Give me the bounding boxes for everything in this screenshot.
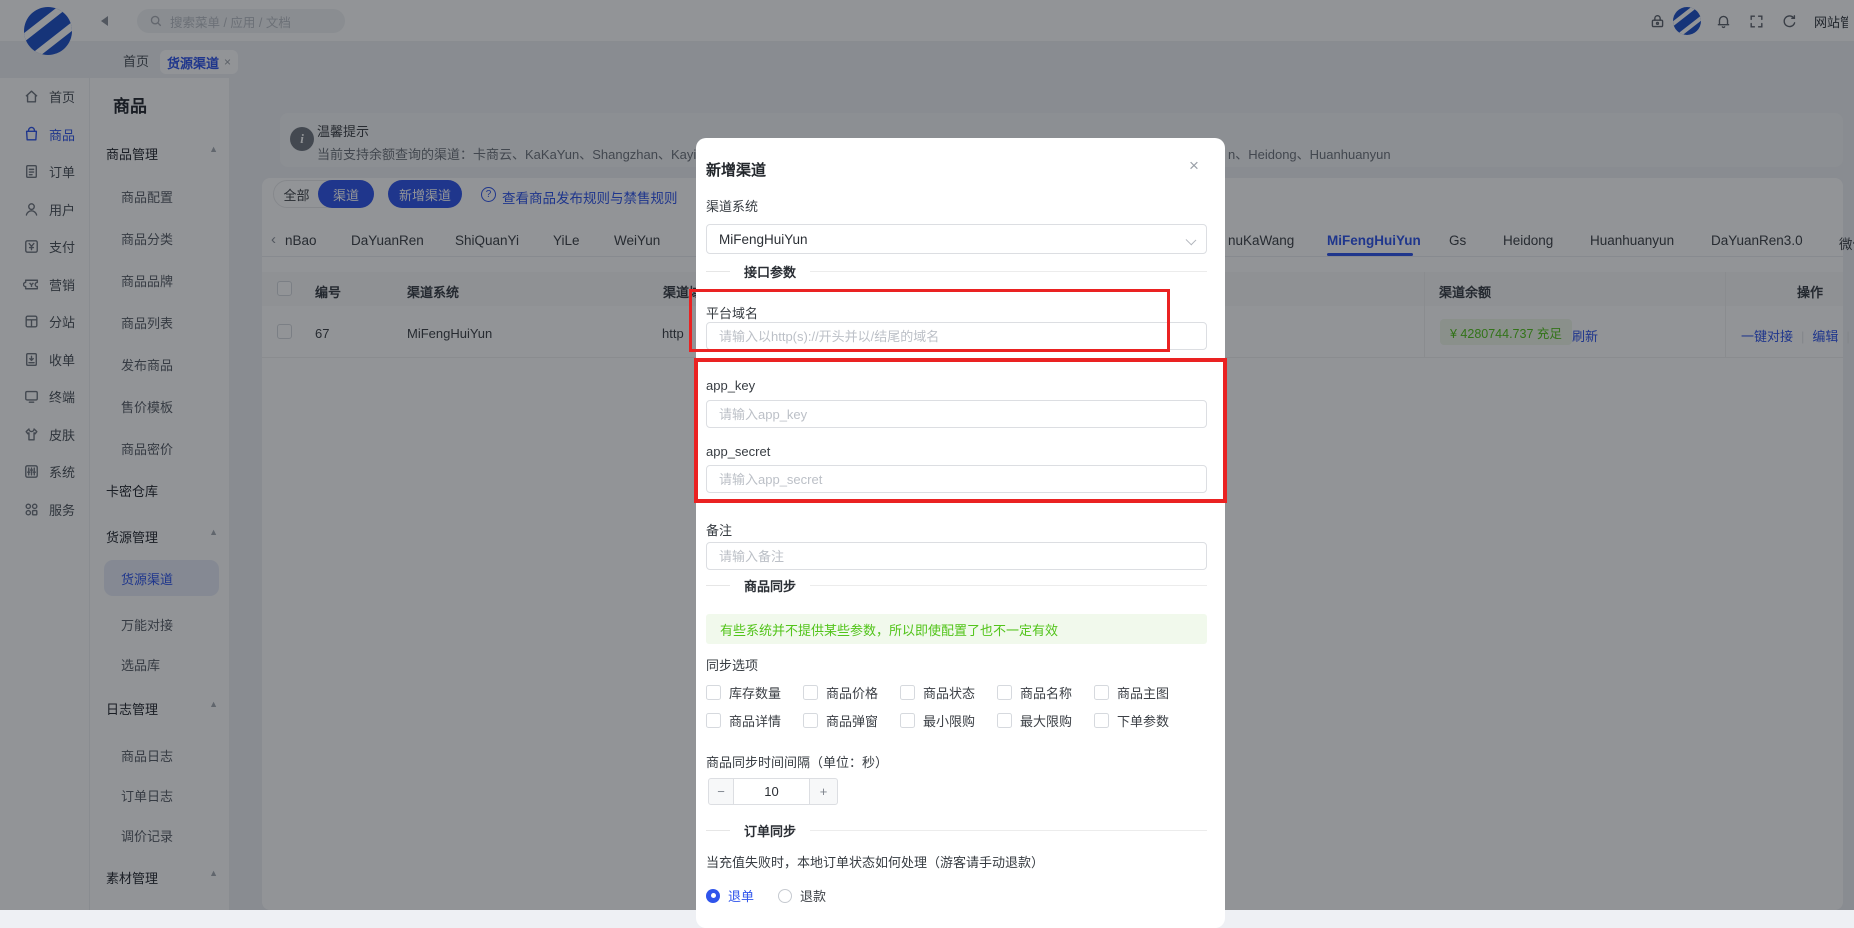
section-api-params: 接口参数	[706, 264, 1207, 278]
checkbox-product-status[interactable]: 商品状态	[900, 683, 997, 702]
checkbox-product-image[interactable]: 商品主图	[1094, 683, 1191, 702]
checkbox-product-name[interactable]: 商品名称	[997, 683, 1094, 702]
order-fail-question: 当充值失败时，本地订单状态如何处理（游客请手动退款）	[706, 852, 1044, 871]
remark-input[interactable]	[706, 542, 1207, 570]
sync-options-label: 同步选项	[706, 655, 758, 674]
checkbox-product-detail[interactable]: 商品详情	[706, 711, 803, 730]
annotation-box-platform-domain	[689, 289, 1170, 352]
sync-options-row-1: 库存数量 商品价格 商品状态 商品名称 商品主图	[706, 683, 1191, 702]
stepper-minus-button[interactable]: −	[708, 778, 734, 805]
radio-chargeback-selected[interactable]: 退单	[706, 886, 754, 905]
radio-refund[interactable]: 退款	[778, 886, 826, 905]
annotation-box-app-credentials	[694, 358, 1227, 503]
channel-system-label: 渠道系统	[706, 196, 758, 215]
checkbox-product-price[interactable]: 商品价格	[803, 683, 900, 702]
sync-warning: 有些系统并不提供某些参数，所以即使配置了也不一定有效	[706, 614, 1207, 644]
checkbox-order-params[interactable]: 下单参数	[1094, 711, 1191, 730]
interval-stepper: − 10 +	[708, 778, 838, 805]
channel-system-select[interactable]: MiFengHuiYun	[706, 224, 1207, 254]
checkbox-min-purchase[interactable]: 最小限购	[900, 711, 997, 730]
section-product-sync: 商品同步	[706, 578, 1207, 592]
chevron-down-icon	[1186, 235, 1197, 246]
close-icon[interactable]: ×	[1189, 156, 1199, 176]
remark-label: 备注	[706, 520, 732, 539]
checkbox-product-popup[interactable]: 商品弹窗	[803, 711, 900, 730]
add-channel-modal: 新增渠道 × 渠道系统 MiFengHuiYun 接口参数 平台域名 app_k…	[696, 138, 1225, 928]
order-fail-radio-group: 退单 退款	[706, 886, 826, 905]
radio-off-icon	[778, 889, 792, 903]
checkbox-stock-qty[interactable]: 库存数量	[706, 683, 803, 702]
sync-options-row-2: 商品详情 商品弹窗 最小限购 最大限购 下单参数	[706, 711, 1191, 730]
radio-on-icon	[706, 889, 720, 903]
section-order-sync: 订单同步	[706, 823, 1207, 837]
interval-label: 商品同步时间间隔（单位：秒）	[706, 752, 888, 771]
modal-title: 新增渠道	[706, 159, 766, 180]
checkbox-max-purchase[interactable]: 最大限购	[997, 711, 1094, 730]
stepper-plus-button[interactable]: +	[809, 778, 838, 805]
stepper-value[interactable]: 10	[734, 778, 809, 805]
